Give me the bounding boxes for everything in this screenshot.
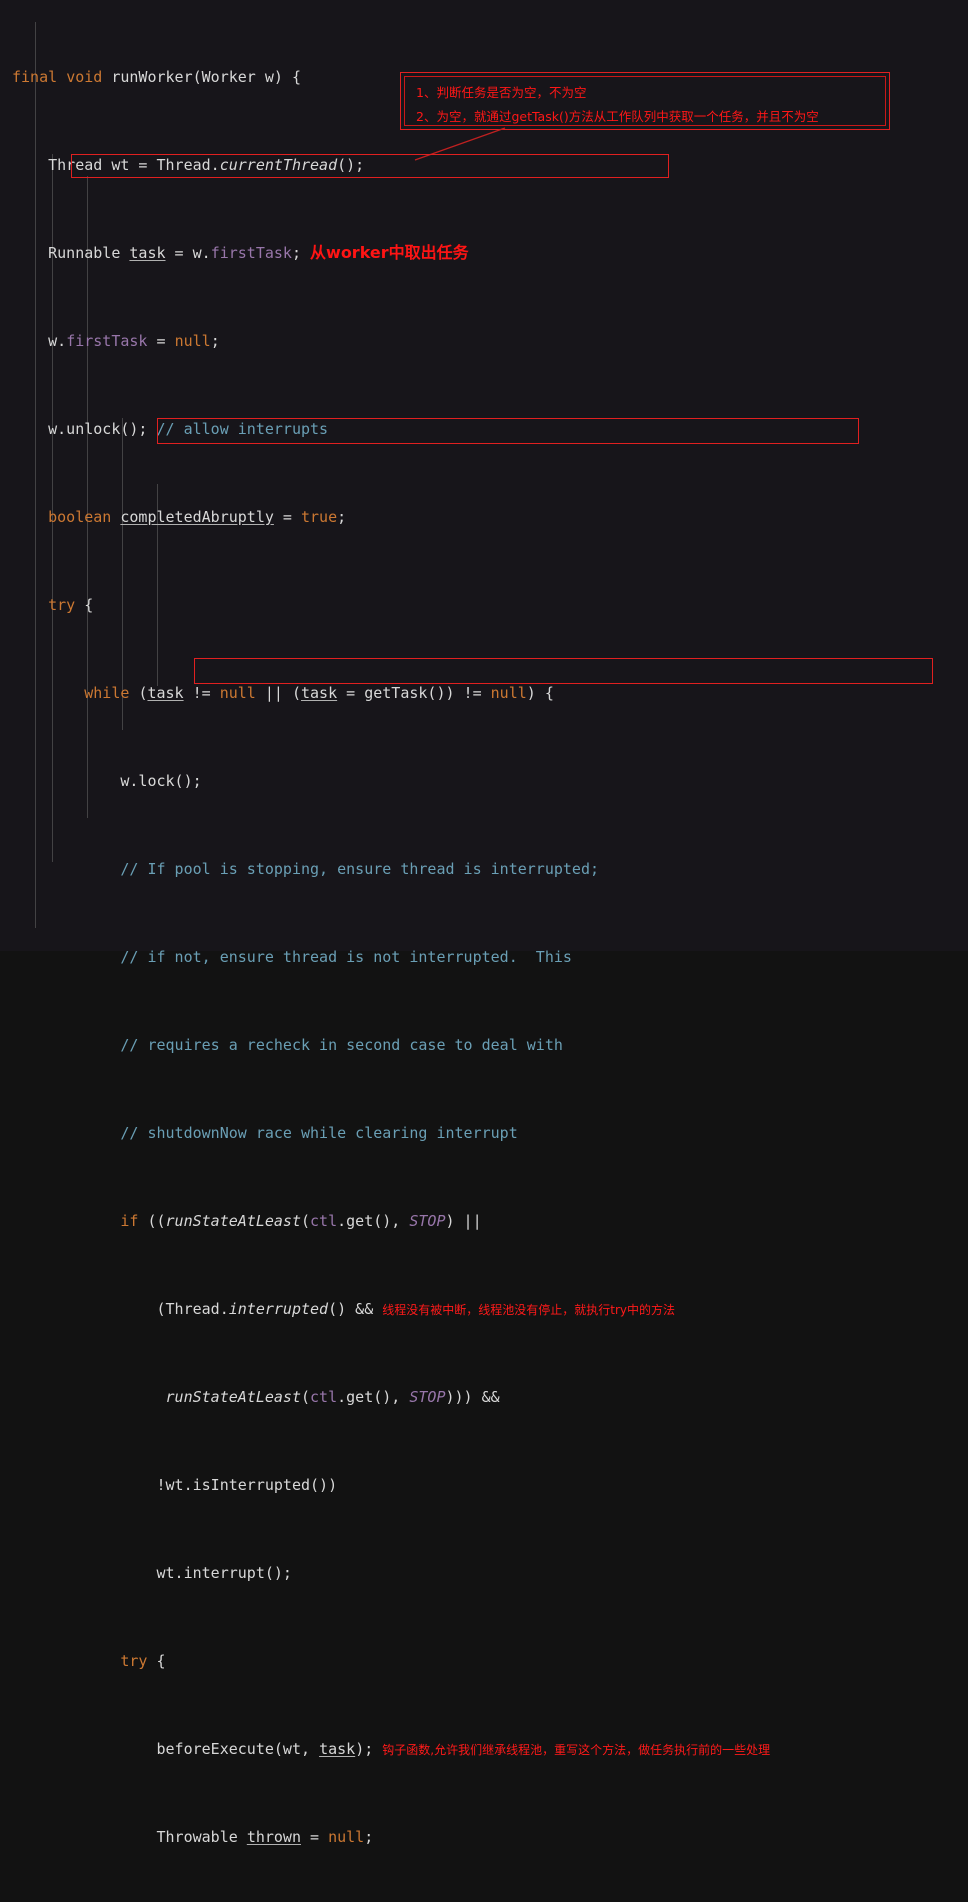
code-line: try { [48, 596, 94, 614]
code-line: while (task != null || (task = getTask()… [84, 684, 554, 702]
annotation-interrupt-check: 线程没有被中断，线程池没有停止，就执行try中的方法 [382, 1303, 676, 1317]
code-line: // requires a recheck in second case to … [120, 1036, 563, 1054]
code-line: runStateAtLeast(ctl.get(), STOP))) && [165, 1388, 500, 1406]
code-line: // if not, ensure thread is not interrup… [120, 948, 572, 966]
code-line: // If pool is stopping, ensure thread is… [120, 860, 600, 878]
code-line: beforeExecute(wt, task); 钩子函数,允许我们继承线程池，… [156, 1740, 771, 1758]
code-line: Runnable task = w.firstTask; 从worker中取出任… [48, 243, 469, 262]
code-line: Throwable thrown = null; [156, 1828, 374, 1846]
code-line: !wt.isInterrupted()) [156, 1476, 338, 1494]
code-line: // shutdownNow race while clearing inter… [120, 1124, 518, 1142]
code-line: w.lock(); [120, 772, 202, 790]
code-line: wt.interrupt(); [156, 1564, 292, 1582]
code-line: w.unlock(); // allow interrupts [48, 420, 329, 438]
callout-line-2: 2、为空，就通过getTask()方法从工作队列中获取一个任务，并且不为空 [416, 109, 819, 124]
code-line: if ((runStateAtLeast(ctl.get(), STOP) || [120, 1212, 482, 1230]
annotation-worker-task: 从worker中取出任务 [310, 243, 469, 262]
code-line: Thread wt = Thread.currentThread(); [48, 156, 365, 174]
annotation-before-execute: 钩子函数,允许我们继承线程池，重写这个方法，做任务执行前的一些处理 [382, 1743, 771, 1757]
code-line: (Thread.interrupted() && 线程没有被中断，线程池没有停止… [156, 1300, 676, 1318]
code-content[interactable]: final void runWorker(Worker w) { Thread … [0, 0, 968, 1902]
code-editor-pane[interactable]: final void runWorker(Worker w) { Thread … [0, 0, 968, 1846]
code-line: boolean completedAbruptly = true; [48, 508, 347, 526]
code-line: w.firstTask = null; [48, 332, 220, 350]
code-line: try { [120, 1652, 166, 1670]
callout-line-1: 1、判断任务是否为空，不为空 [416, 85, 587, 100]
